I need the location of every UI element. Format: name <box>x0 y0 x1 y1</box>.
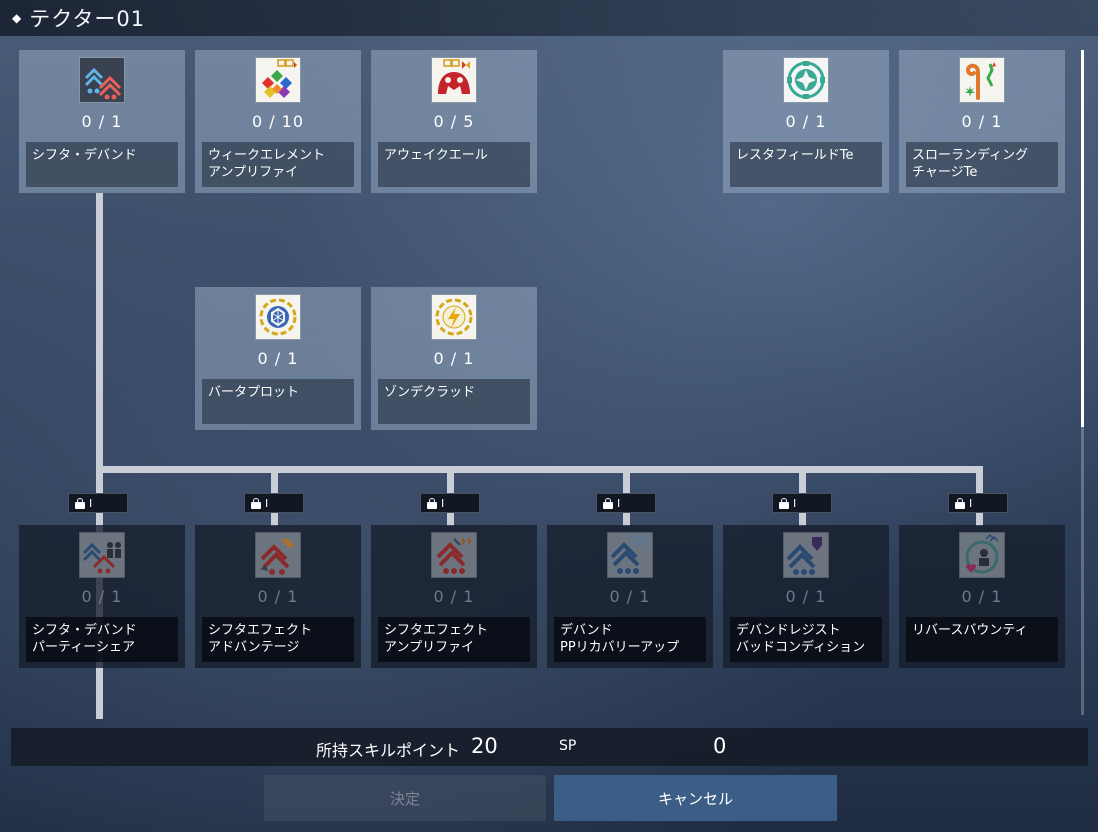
skill-node-deband-resist[interactable]: 0 / 1 デバンドレジスト バッドコンディション <box>723 525 889 668</box>
skill-point-bar: 所持スキルポイント 20 SP 0 <box>11 728 1088 766</box>
skill-node-resta-field[interactable]: 0 / 1 レスタフィールドTe <box>723 50 889 193</box>
skill-name: レスタフィールドTe <box>730 142 882 187</box>
skill-node-party-share[interactable]: 0 / 1 シフタ・デバンド パーティーシェア <box>19 525 185 668</box>
barta-plot-icon <box>255 294 301 340</box>
skill-node-awake-ale[interactable]: 0 / 5 アウェイクエール <box>371 50 537 193</box>
skill-name: デバンド PPリカバリーアップ <box>554 617 706 662</box>
skill-level: 0 / 5 <box>433 112 475 131</box>
weak-element-icon <box>255 57 301 103</box>
sp-label: 所持スキルポイント <box>316 741 461 760</box>
confirm-button[interactable]: 決定 <box>264 775 546 821</box>
skill-node-deband-pp[interactable]: 0 / 1 デバンド PPリカバリーアップ <box>547 525 713 668</box>
tree-line-stub-3 <box>447 512 454 526</box>
skill-node-shifta-amplify[interactable]: 0 / 1 シフタエフェクト アンプリファイ <box>371 525 537 668</box>
scrollbar-thumb[interactable] <box>1081 50 1084 427</box>
shifta-advantage-icon <box>255 532 301 578</box>
skill-tree: 0 / 1 シフタ・デバンド 0 / 10 ウィークエレメント アンプリファイ <box>0 36 1098 722</box>
page-title: テクター01 <box>29 7 146 31</box>
skill-name: シフタ・デバンド パーティーシェア <box>26 617 178 662</box>
reverse-bounty-icon <box>959 532 1005 578</box>
skill-node-reverse-bounty[interactable]: 0 / 1 リバースバウンティ <box>899 525 1065 668</box>
tree-line-stub-2 <box>271 512 278 526</box>
tree-line-horizontal <box>96 466 983 473</box>
skill-level: 0 / 1 <box>257 349 299 368</box>
skill-level: 0 / 1 <box>785 587 827 606</box>
skill-level: 0 / 1 <box>961 112 1003 131</box>
lock-badge: I <box>68 493 128 513</box>
shifta-deband-icon <box>79 57 125 103</box>
skill-name: バータプロット <box>202 379 354 424</box>
tree-line-stub-4 <box>623 512 630 526</box>
skill-name: シフタエフェクト アドバンテージ <box>202 617 354 662</box>
window-title-bar: ◆ テクター01 <box>0 0 1098 36</box>
sp-value: 20 <box>471 734 498 758</box>
cancel-button[interactable]: キャンセル <box>554 775 837 821</box>
skill-level: 0 / 1 <box>433 349 475 368</box>
skill-level: 0 / 1 <box>785 112 827 131</box>
tree-line-stub-5 <box>799 512 806 526</box>
deband-resist-icon <box>783 532 829 578</box>
awake-ale-icon <box>431 57 477 103</box>
skill-level: 0 / 10 <box>251 112 305 131</box>
lock-badge: I <box>596 493 656 513</box>
skill-level: 0 / 1 <box>81 112 123 131</box>
skill-level: 0 / 1 <box>609 587 651 606</box>
skill-name: シフタエフェクト アンプリファイ <box>378 617 530 662</box>
skill-name: ゾンデクラッド <box>378 379 530 424</box>
zonde-clad-icon <box>431 294 477 340</box>
lock-icon <box>427 497 437 509</box>
skill-name: ウィークエレメント アンプリファイ <box>202 142 354 187</box>
skill-name: スローランディング チャージTe <box>906 142 1058 187</box>
tree-line-drop-2 <box>271 466 278 493</box>
sp-unit: SP <box>559 738 577 754</box>
tree-line-drop-6 <box>976 466 983 493</box>
skill-level: 0 / 1 <box>433 587 475 606</box>
lock-icon <box>251 497 261 509</box>
tree-line-drop-4 <box>623 466 630 493</box>
lock-icon <box>955 497 965 509</box>
skill-node-slow-landing[interactable]: 0 / 1 スローランディング チャージTe <box>899 50 1065 193</box>
skill-name: リバースバウンティ <box>906 617 1058 662</box>
lock-icon <box>75 497 85 509</box>
deband-pp-icon <box>607 532 653 578</box>
skill-name: デバンドレジスト バッドコンディション <box>730 617 882 662</box>
resta-field-icon <box>783 57 829 103</box>
skill-node-shifta-deband[interactable]: 0 / 1 シフタ・デバンド <box>19 50 185 193</box>
party-share-icon <box>79 532 125 578</box>
lock-badge: I <box>420 493 480 513</box>
shifta-amplify-icon <box>431 532 477 578</box>
lock-icon <box>603 497 613 509</box>
lock-badge: I <box>772 493 832 513</box>
lock-icon <box>779 497 789 509</box>
skill-name: アウェイクエール <box>378 142 530 187</box>
skill-level: 0 / 1 <box>961 587 1003 606</box>
lock-badge: I <box>244 493 304 513</box>
skill-node-zonde-clad[interactable]: 0 / 1 ゾンデクラッド <box>371 287 537 430</box>
slow-landing-icon <box>959 57 1005 103</box>
skill-level: 0 / 1 <box>81 587 123 606</box>
lock-badge: I <box>948 493 1008 513</box>
tree-line-stub-6 <box>976 512 983 526</box>
skill-node-weak-element[interactable]: 0 / 10 ウィークエレメント アンプリファイ <box>195 50 361 193</box>
tree-line-drop-3 <box>447 466 454 493</box>
tree-line-stub-1 <box>96 512 103 526</box>
diamond-icon: ◆ <box>12 11 22 25</box>
skill-name: シフタ・デバンド <box>26 142 178 187</box>
skill-node-barta-plot[interactable]: 0 / 1 バータプロット <box>195 287 361 430</box>
sp-used: 0 <box>713 734 727 758</box>
skill-level: 0 / 1 <box>257 587 299 606</box>
skill-node-shifta-advantage[interactable]: 0 / 1 シフタエフェクト アドバンテージ <box>195 525 361 668</box>
tree-line-drop-5 <box>799 466 806 493</box>
